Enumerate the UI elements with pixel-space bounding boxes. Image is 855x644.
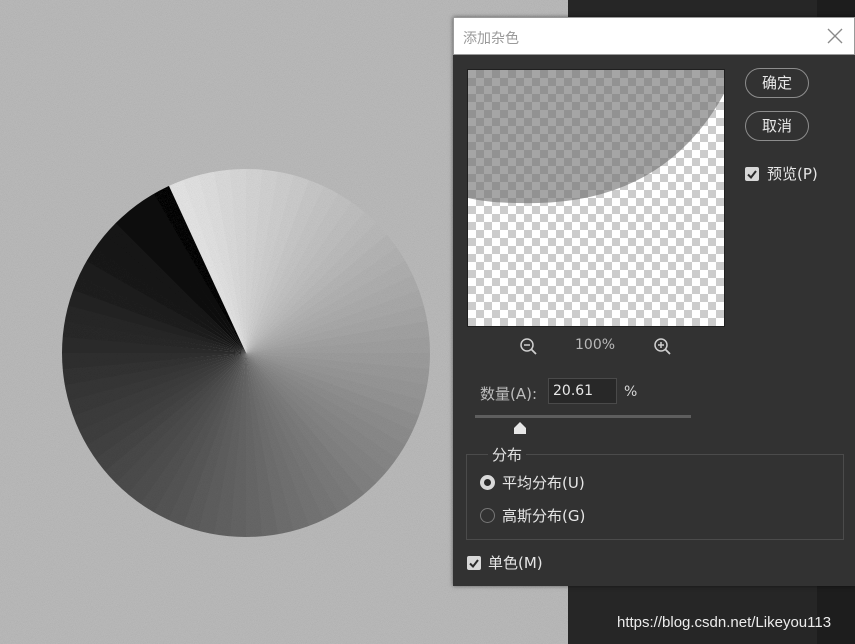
zoom-in-button[interactable] (653, 337, 673, 357)
watermark-text: https://blog.csdn.net/Likeyou113 (617, 614, 832, 631)
dialog-title: 添加杂色 (463, 31, 519, 47)
amount-slider-track[interactable] (475, 415, 691, 418)
uniform-label: 平均分布(U) (502, 474, 585, 492)
distribution-label: 分布 (488, 444, 527, 465)
dialog-titlebar[interactable]: 添加杂色 (453, 17, 855, 55)
zoom-out-icon (520, 338, 537, 355)
amount-slider-thumb[interactable] (513, 420, 527, 434)
zoom-out-button[interactable] (519, 337, 539, 357)
cancel-button[interactable]: 取消 (745, 111, 809, 141)
monochromatic-label: 单色(M) (488, 554, 543, 572)
checkmark-icon (747, 170, 757, 180)
zoom-level: 100% (575, 337, 616, 353)
gaussian-label: 高斯分布(G) (502, 507, 586, 525)
preview-label: 预览(P) (767, 165, 818, 183)
gaussian-radio[interactable] (480, 508, 495, 523)
preview-image (468, 70, 724, 204)
amount-input[interactable] (548, 378, 617, 404)
preview-checkbox[interactable] (745, 167, 759, 181)
amount-unit: % (624, 384, 638, 400)
uniform-radio[interactable] (480, 475, 495, 490)
distribution-group (466, 454, 844, 540)
checkmark-icon (469, 559, 479, 569)
ok-button[interactable]: 确定 (745, 68, 809, 98)
close-button[interactable] (825, 26, 845, 46)
amount-label: 数量(A): (480, 385, 538, 403)
add-noise-dialog: 添加杂色 确定 取消 预览(P) 100% 数量(A): 20.61 % 分布 … (453, 17, 855, 586)
zoom-in-icon (654, 338, 671, 355)
preview-window[interactable] (467, 69, 725, 327)
close-icon (827, 28, 843, 44)
monochromatic-checkbox[interactable] (467, 556, 481, 570)
slider-thumb-icon (513, 422, 526, 434)
